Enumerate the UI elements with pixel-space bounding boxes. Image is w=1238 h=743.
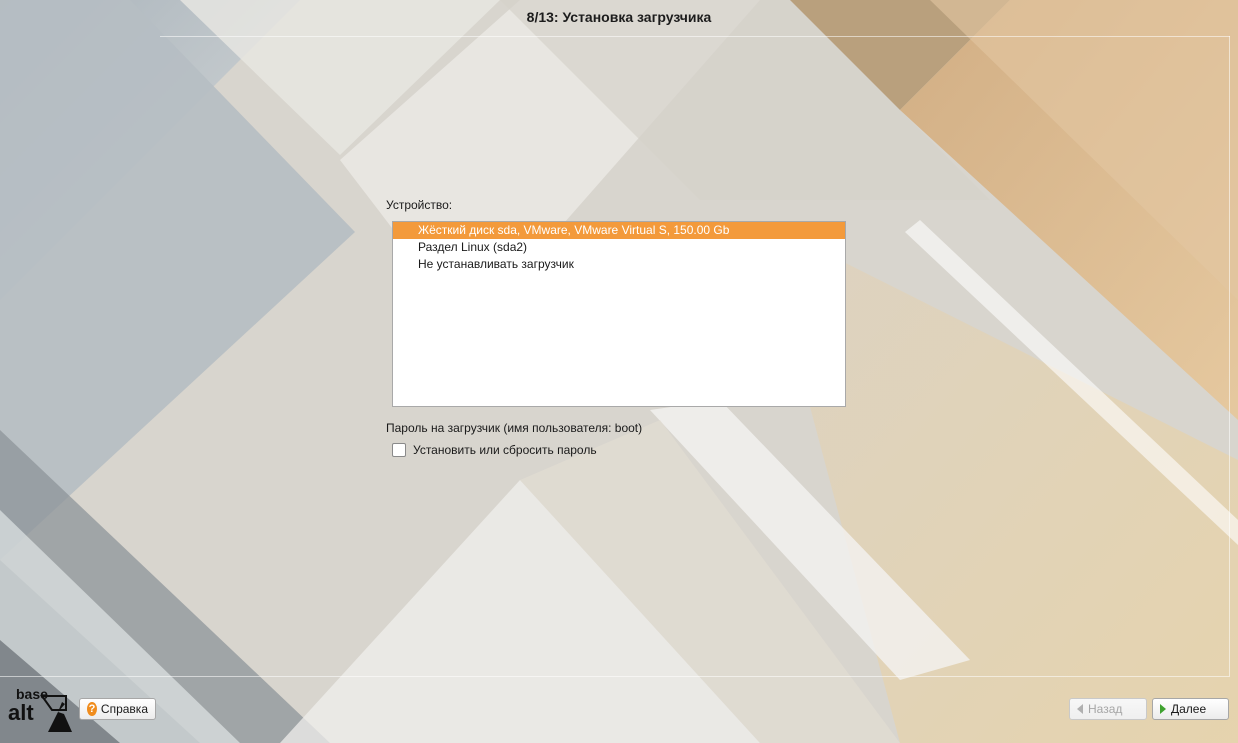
logo-figure-icon [40,695,72,732]
page-title: 8/13: Установка загрузчика [526,9,712,25]
next-button-label: Далее [1171,702,1207,716]
password-checkbox-row[interactable]: Установить или сбросить пароль [392,443,597,457]
set-password-checkbox-label[interactable]: Установить или сбросить пароль [413,443,597,457]
help-button[interactable]: ? Справка [79,698,156,720]
device-listbox[interactable]: Жёсткий диск sda, VMware, VMware Virtual… [392,221,846,407]
set-password-checkbox[interactable] [392,443,406,457]
password-label: Пароль на загрузчик (имя пользователя: b… [386,421,643,435]
next-button[interactable]: Далее [1152,698,1229,720]
help-button-label: Справка [100,702,148,716]
device-item-sda2[interactable]: Раздел Linux (sda2) [393,239,845,256]
arrow-right-icon [1160,704,1166,714]
back-button[interactable]: Назад [1069,698,1147,720]
device-item-no-bootloader[interactable]: Не устанавливать загрузчик [393,256,845,273]
content-frame-right [1229,36,1230,676]
content-frame-top [160,36,1230,37]
question-icon: ? [87,702,97,716]
content-frame-bottom [0,676,1230,677]
logo-text-bottom: alt [8,700,34,725]
device-label: Устройство: [386,198,453,212]
device-item-sda[interactable]: Жёсткий диск sda, VMware, VMware Virtual… [393,222,845,239]
back-button-label: Назад [1088,702,1123,716]
basealt-logo: base alt [8,686,76,736]
arrow-left-icon [1077,704,1083,714]
